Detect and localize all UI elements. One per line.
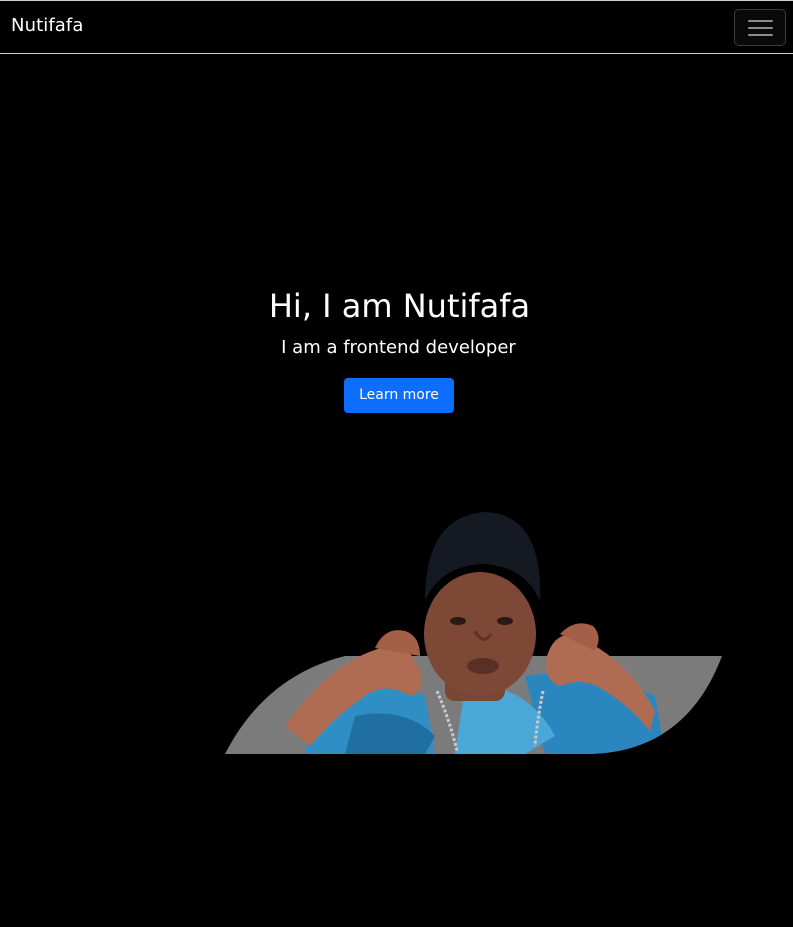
page: Nutifafa Hi, I am Nutifafa I am a fronte… bbox=[0, 0, 793, 927]
hero-title: Hi, I am Nutifafa bbox=[268, 287, 531, 325]
navbar-toggler-button[interactable] bbox=[734, 9, 786, 46]
hero-subtitle: I am a frontend developer bbox=[281, 337, 516, 358]
profile-photo bbox=[225, 512, 722, 754]
learn-more-button[interactable]: Learn more bbox=[344, 378, 454, 413]
navbar: Nutifafa bbox=[0, 0, 793, 54]
navbar-brand[interactable]: Nutifafa bbox=[11, 15, 83, 36]
